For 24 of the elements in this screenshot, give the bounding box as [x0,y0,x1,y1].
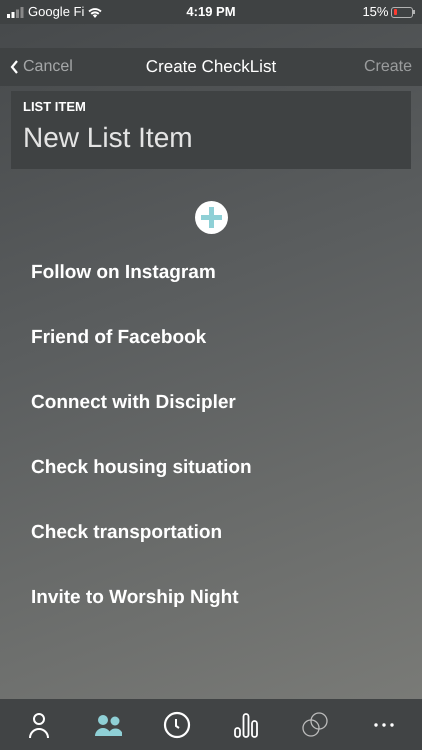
back-chevron-icon [10,60,19,74]
signal-icon [7,6,24,18]
add-button[interactable] [194,201,228,234]
status-time: 4:19 PM [186,3,236,22]
checklist-item[interactable]: Invite to Worship Night [31,584,239,613]
checklist-item[interactable]: Check housing situation [31,454,252,483]
checklist-item[interactable]: Check transportation [31,519,222,548]
screen-title: Create CheckList [146,56,276,78]
battery-percent: 15% [362,3,388,22]
checklist-item[interactable]: Friend of Facebook [31,324,206,353]
input-field[interactable]: New List Item [23,118,399,156]
field-label: LIST ITEM [23,98,87,116]
bar-chart-icon[interactable] [232,710,260,738]
list-item-field[interactable]: LIST ITEM New List Item [11,91,411,169]
checklist-item[interactable]: Follow on Instagram [31,259,216,288]
cancel-button[interactable]: Cancel [10,55,100,79]
overlapping-circles-icon[interactable] [300,710,328,738]
create-button[interactable]: Create [322,55,412,79]
checklist-item[interactable]: Connect with Discipler [31,389,236,418]
clock-icon[interactable] [162,710,190,738]
battery-icon [391,6,415,18]
wifi-icon [88,6,102,18]
plus-icon [200,207,222,228]
carrier-name: Google Fi [28,3,84,22]
